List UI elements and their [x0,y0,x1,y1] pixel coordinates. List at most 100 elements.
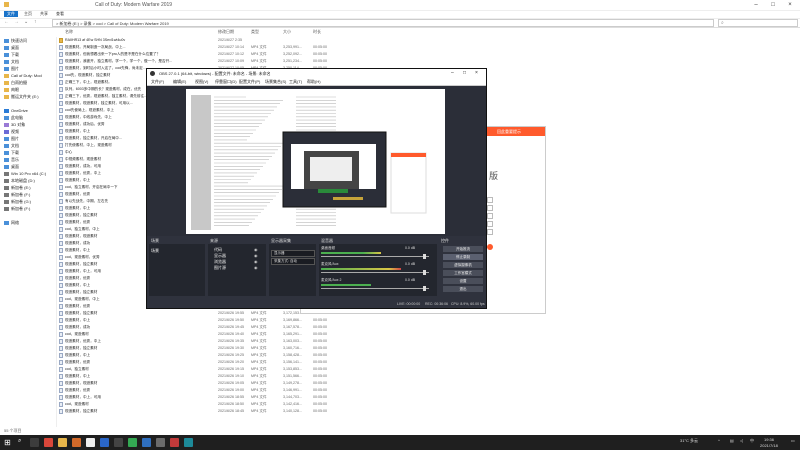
agree-radio-icon[interactable] [487,244,493,250]
obs-menu-item[interactable]: 帮助(H) [307,79,321,85]
up-icon[interactable]: ↑ [34,19,37,25]
volume-knob[interactable] [423,254,426,259]
stop-recording-button[interactable]: 停止录制 [443,254,483,260]
sidebar-item[interactable]: 此电脑 [4,114,23,121]
sidebar-item[interactable]: 3D 对象 [4,121,25,128]
capture-method-select[interactable]: 采集方式: 自动 [271,258,315,265]
file-row[interactable]: cod，独立素材 2021/6/26 19:15 MP4 文件 3,153,853..… [58,366,498,373]
file-row[interactable]: 现逊素材，独立素材 2021/6/26 18:45 MP4 文件 3,140,128.… [58,408,498,415]
scene-item[interactable]: 场景 [151,248,159,254]
volume-knob[interactable] [423,286,426,291]
file-row[interactable]: cod，现逊素材 2021/6/26 19:40 MP4 文件 3,165,291..… [58,331,498,338]
minimize-icon[interactable]: – [748,0,764,10]
obs-menu-item[interactable]: 配置文件(P) [239,79,260,85]
notification-icon[interactable]: ▭ [791,438,795,443]
column-header-name[interactable]: 名称 [65,29,73,35]
file-row[interactable]: 现逊素材，独立素材 2021/6/26 19:30 MP4 文件 3,160,716.… [58,345,498,352]
sidebar-item[interactable]: 视频 [4,128,19,135]
settings-button[interactable]: 设置 [443,278,483,284]
file-explorer-icon[interactable] [58,438,67,447]
minimize-icon[interactable]: – [451,70,454,76]
file-row[interactable]: 现逊素材，优秀 2021/6/26 19:00 MP4 文件 3,146,991...… [58,387,498,394]
sidebar-item[interactable]: 桌面 [4,163,19,170]
file-row[interactable]: 现逊素材，中上，可用 2021/6/26 18:55 MP4 文件 3,144,703… [58,394,498,401]
file-row[interactable]: 现逊素材，中上 2021/6/26 19:10 MP4 文件 3,151,566...… [58,373,498,380]
sidebar-item[interactable]: 文档 [4,58,19,65]
file-row[interactable]: 现逊素材，优秀 2021/6/26 19:20 MP4 文件 3,156,141...… [58,359,498,366]
app-icon[interactable] [170,438,179,447]
file-row[interactable]: 现逊素材，中上 2021/6/26 19:50 MP4 文件 3,169,866...… [58,317,498,324]
recent-locations-icon[interactable]: ⌄ [24,19,28,25]
sidebar-item[interactable]: 桌面 [4,44,19,51]
app-icon[interactable] [86,438,95,447]
back-icon[interactable]: ← [4,19,9,25]
maximize-icon[interactable]: □ [765,0,781,10]
sidebar-item[interactable]: Call of Duty: Mod [4,72,42,79]
eye-icon[interactable]: ◉ [254,247,258,252]
file-row[interactable]: 现逊素材，中上 2021/6/26 19:25 MP4 文件 3,158,428...… [58,352,498,359]
address-input[interactable]: > 新加卷 (E:) > 录像 > cod > Call of Duty: Mo… [52,19,714,27]
sidebar-item[interactable]: 肉眼 [4,86,19,93]
sidebar-item[interactable]: 白雨拍摄 [4,79,27,86]
start-streaming-button[interactable]: 开始推流 [443,246,483,252]
close-icon[interactable]: × [782,0,798,10]
volume-slider[interactable] [321,256,429,257]
sidebar-item[interactable]: 图片 [4,135,19,142]
file-row[interactable]: cod，现逊素材 2021/6/26 18:50 MP4 文件 3,142,416..… [58,401,498,408]
sidebar-item[interactable]: 文档 [4,142,19,149]
exit-button[interactable]: 退出 [443,286,483,292]
sidebar-item[interactable]: 音乐 [4,156,19,163]
obs-preview[interactable] [186,89,445,234]
sidebar-item[interactable]: 快速访问 [4,37,27,44]
display-select[interactable]: 显示器 [271,250,315,257]
forward-icon[interactable]: → [14,19,19,25]
column-header-size[interactable]: 大小 [283,29,291,35]
obs-icon[interactable] [114,438,123,447]
file-row[interactable]: 现逊素材，成功 2021/6/26 19:45 MP4 文件 3,167,578...… [58,324,498,331]
search-input[interactable]: ⌕ [718,19,798,27]
sidebar-item[interactable]: Win 10 Pro x64 (C:) [4,170,46,177]
source-item[interactable]: 图片源 [214,265,226,271]
sidebar-item[interactable]: 新加卷 (E:) [4,184,31,191]
file-row[interactable]: 现逊素材，我被开，独立素材。学一个，学一个，做一个，是否开... 2021/6/2… [58,58,498,65]
column-header-date[interactable]: 修改日期 [218,29,234,35]
obs-menu-item[interactable]: 编辑(E) [173,79,186,85]
column-header-duration[interactable]: 时长 [313,29,321,35]
app-icon[interactable] [142,438,151,447]
sidebar-item[interactable]: OneDrive [4,107,28,114]
tab-file[interactable]: 文件 [4,11,18,17]
start-icon[interactable]: ⊞ [4,438,11,447]
weather-text[interactable]: 31°C 多云 [680,438,698,444]
maximize-icon[interactable]: □ [463,70,466,76]
sidebar-item[interactable]: 下载 [4,149,19,156]
clock-date[interactable]: 2021/7/18 [760,443,778,448]
eye-icon[interactable]: ◉ [254,259,258,264]
input-language[interactable]: 中 [750,438,754,444]
dialog-checkbox[interactable] [487,229,493,235]
volume-slider[interactable] [321,272,429,273]
app-icon[interactable] [100,438,109,447]
sidebar-item[interactable]: 新加卷 (F:) [4,205,30,212]
sidebar-item[interactable]: 本地磁盘 (D:) [4,177,35,184]
clock-time[interactable]: 19:36 [764,437,774,442]
file-row[interactable]: 现逊素材，现逊素材 2021/6/26 19:05 MP4 文件 3,149,278.… [58,380,498,387]
app-icon[interactable] [72,438,81,447]
app-icon[interactable] [44,438,53,447]
tab-home[interactable]: 主页 [24,11,32,17]
tab-view[interactable]: 查看 [56,11,64,17]
app-icon[interactable] [184,438,193,447]
network-icon[interactable]: ▤ [730,438,734,443]
dialog-checkbox[interactable] [487,213,493,219]
obs-menu-item[interactable]: 停靠窗口(D) [215,79,237,85]
dialog-checkbox[interactable] [487,205,493,211]
app-icon[interactable] [156,438,165,447]
volume-slider[interactable] [321,288,429,289]
sidebar-item[interactable]: 搬运文件夹 (E:) [4,93,39,100]
virtual-camera-button[interactable]: 虚拟摄像机 [443,262,483,268]
file-row[interactable]: 现逊素材，优秀，中上 2021/6/26 19:35 MP4 文件 3,163,003… [58,338,498,345]
obs-menu-item[interactable]: 视图(V) [195,79,208,85]
obs-menu-item[interactable]: 文件(F) [151,79,164,85]
tab-share[interactable]: 共享 [40,11,48,17]
column-header-type[interactable]: 类型 [251,29,259,35]
sidebar-item[interactable]: 下载 [4,51,19,58]
